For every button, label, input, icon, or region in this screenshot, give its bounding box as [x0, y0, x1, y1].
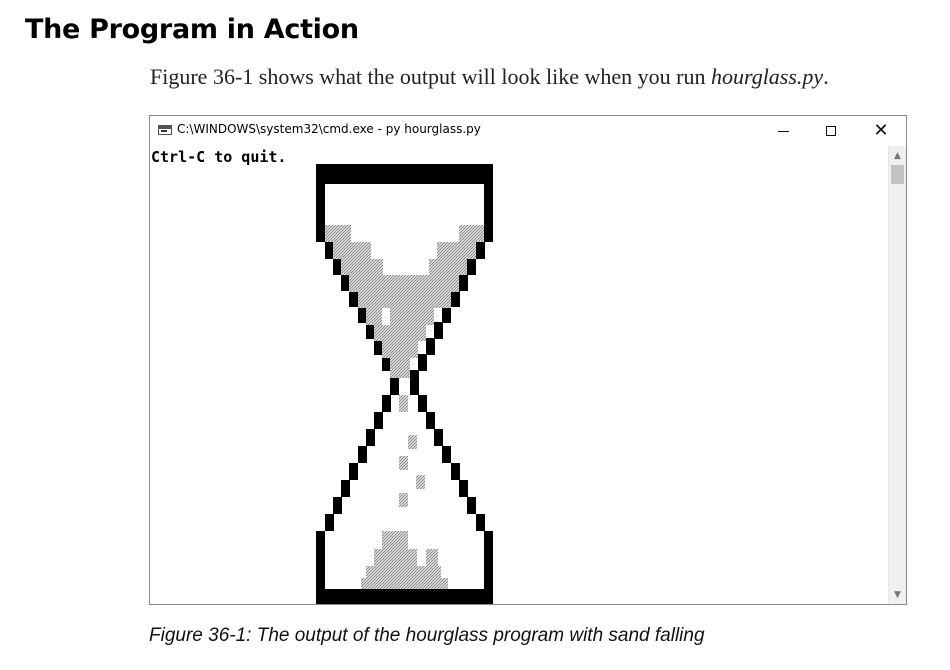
console-output[interactable]: Ctrl-C to quit. — [150, 146, 888, 604]
hourglass-wall-lower-left — [382, 395, 391, 412]
hourglass-wall-upper-right — [434, 322, 443, 339]
sand-upper — [382, 341, 418, 358]
minimize-icon — [777, 130, 789, 132]
hourglass-wall-lower-left — [333, 497, 342, 514]
close-button[interactable]: ✕ — [858, 116, 904, 146]
hourglass-bottom-right-wall — [484, 531, 493, 589]
hourglass-bottom-left-wall — [316, 531, 325, 589]
hourglass-wall-upper-right — [459, 274, 468, 291]
sand-upper — [390, 358, 410, 378]
vertical-scrollbar[interactable]: ▲ ▼ — [888, 146, 906, 604]
hourglass-wall-lower-left — [374, 412, 383, 429]
sand-upper — [333, 242, 371, 259]
sand-upper — [459, 225, 484, 242]
maximize-button[interactable] — [808, 116, 854, 146]
sand-upper — [374, 325, 426, 341]
hourglass-wall-lower-right — [442, 446, 451, 463]
section-heading: The Program in Action — [25, 14, 359, 45]
scroll-down-button[interactable]: ▼ — [889, 586, 906, 603]
hourglass-neck-left — [390, 378, 399, 395]
window-title: C:\WINDOWS\system32\cmd.exe - py hourgla… — [177, 122, 481, 136]
hourglass-wall-lower-right — [418, 395, 427, 412]
hourglass-wall-upper-left — [341, 274, 350, 291]
hourglass-top-right-wall — [484, 184, 493, 242]
sand-pile — [426, 549, 438, 566]
hourglass-wall-lower-left — [349, 463, 358, 480]
hourglass-neck-right — [410, 378, 419, 395]
sand-falling-grain — [399, 395, 408, 412]
hourglass-wall-upper-right — [426, 338, 435, 355]
sand-upper — [366, 308, 382, 325]
hourglass-wall-upper-left — [349, 290, 358, 307]
intro-text: Figure 36-1 shows what the output will l… — [150, 64, 711, 89]
hourglass-top-left-wall — [316, 184, 325, 242]
hourglass-wall-upper-right — [442, 306, 451, 323]
hourglass-wall-lower-left — [366, 429, 375, 446]
hourglass-wall-lower-right — [476, 514, 485, 531]
hourglass-wall-upper-left — [358, 306, 367, 323]
hourglass-wall-upper-left — [333, 258, 342, 275]
hourglass-wall-upper-right — [451, 290, 460, 307]
maximize-icon — [826, 126, 836, 136]
hourglass-wall-upper-left — [325, 242, 334, 259]
hourglass-wall-lower-left — [358, 446, 367, 463]
hourglass-wall-lower-right — [426, 412, 435, 429]
figure-caption: Figure 36-1: The output of the hourglass… — [149, 625, 705, 646]
hourglass-top-bar — [316, 164, 493, 184]
window-titlebar[interactable]: C:\WINDOWS\system32\cmd.exe - py hourgla… — [150, 116, 906, 146]
sand-pile — [382, 531, 408, 549]
sand-falling-grain — [416, 475, 425, 489]
sand-falling-grain — [408, 435, 417, 449]
intro-paragraph: Figure 36-1 shows what the output will l… — [150, 64, 829, 90]
sand-upper — [341, 259, 383, 275]
chevron-up-icon: ▲ — [894, 150, 901, 161]
sand-pile — [366, 566, 441, 578]
console-window: C:\WINDOWS\system32\cmd.exe - py hourgla… — [149, 115, 907, 605]
sand-upper — [437, 242, 476, 259]
sand-upper — [429, 259, 467, 275]
scroll-up-button[interactable]: ▲ — [889, 147, 906, 164]
intro-filename: hourglass.py — [710, 64, 824, 89]
minimize-button[interactable] — [760, 116, 806, 146]
hourglass-drawing — [316, 164, 493, 604]
sand-falling-grain — [399, 456, 408, 470]
sand-upper — [349, 275, 459, 292]
hourglass-bottom-bar — [316, 589, 493, 604]
sand-falling-grain — [399, 493, 408, 507]
chevron-down-icon: ▼ — [894, 589, 901, 600]
sand-pile — [374, 549, 417, 566]
hourglass-wall-lower-right — [467, 497, 476, 514]
sand-upper — [358, 292, 451, 308]
hourglass-wall-lower-left — [341, 480, 350, 497]
hourglass-wall-upper-right — [476, 242, 485, 259]
hourglass-wall-lower-right — [434, 429, 443, 446]
hourglass-wall-upper-right — [418, 354, 427, 371]
intro-period: . — [823, 64, 829, 89]
hourglass-wall-lower-right — [459, 480, 468, 497]
cmd-icon — [158, 125, 172, 135]
hourglass-wall-lower-left — [325, 514, 334, 531]
hourglass-wall-upper-right — [467, 258, 476, 275]
sand-upper — [325, 225, 351, 242]
close-icon: ✕ — [873, 120, 889, 141]
hourglass-wall-lower-right — [451, 463, 460, 480]
sand-pile — [361, 578, 448, 589]
sand-upper — [390, 308, 434, 325]
scrollbar-thumb[interactable] — [891, 165, 904, 184]
